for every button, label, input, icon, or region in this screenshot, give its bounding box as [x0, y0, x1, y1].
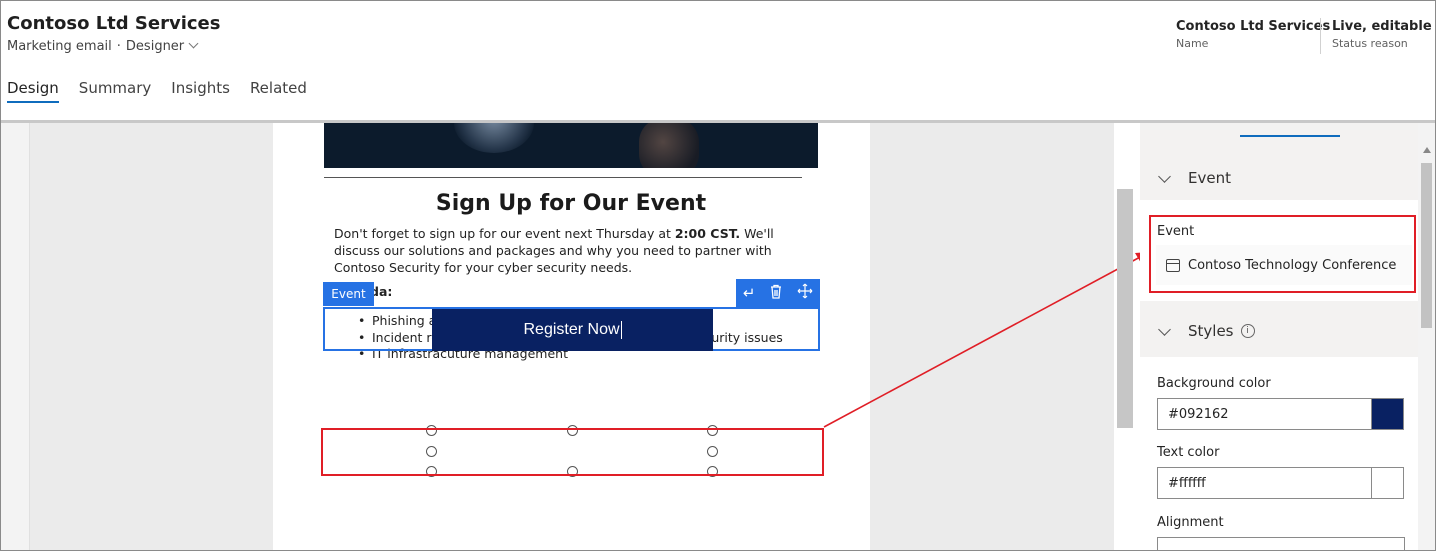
text-color-input[interactable]: #ffffff: [1157, 467, 1372, 499]
toolbox-strip: [1, 123, 30, 550]
highlight-box-event: [1149, 215, 1416, 293]
move-icon[interactable]: [797, 283, 813, 303]
background-color-label: Background color: [1157, 376, 1271, 391]
alignment-label: Alignment: [1157, 515, 1224, 530]
chevron-down-icon: [188, 38, 199, 49]
paragraph-bold-time: 2:00 CST.: [674, 226, 741, 241]
header-divider: [1320, 18, 1321, 54]
record-title: Contoso Ltd Services: [7, 13, 221, 34]
header-field-value: Contoso Ltd Services: [1176, 19, 1331, 34]
hero-image-detail: [639, 123, 699, 168]
separator-dot: ·: [116, 39, 121, 54]
record-header: Contoso Ltd Services Marketing email · Des…: [1, 1, 1435, 121]
canvas-scrollbar-thumb[interactable]: [1117, 189, 1133, 428]
styles-section-header[interactable]: Styles i: [1140, 309, 1418, 353]
header-field-status: Live, editable Status reason: [1332, 19, 1432, 50]
text-caret: [620, 321, 622, 339]
info-icon[interactable]: i: [1240, 324, 1255, 338]
paragraph-text: Don't forget to sign up for our event ne…: [334, 226, 675, 241]
tab-design[interactable]: Design: [7, 79, 59, 103]
record-subtitle: Marketing email · Designer: [7, 38, 199, 54]
button-label: Register Now: [523, 321, 620, 338]
panel-tab-indicator: [1240, 135, 1340, 137]
properties-panel: Event Event Contoso Technology Conferenc…: [1140, 123, 1418, 550]
background-color-swatch[interactable]: [1371, 398, 1404, 430]
entity-name: Marketing email: [7, 39, 112, 54]
highlight-box-button: [321, 428, 824, 476]
hero-image[interactable]: [324, 123, 818, 168]
divider-line: [324, 177, 802, 178]
background-color-input[interactable]: #092162: [1157, 398, 1372, 430]
chevron-down-icon: [1158, 322, 1171, 336]
section-title: Styles: [1188, 322, 1234, 340]
header-field-value: Live, editable: [1332, 19, 1432, 34]
form-selector[interactable]: Designer: [125, 38, 199, 54]
header-field-label: Status reason: [1332, 37, 1408, 50]
tab-related[interactable]: Related: [250, 79, 307, 103]
panel-scrollbar[interactable]: [1418, 123, 1435, 550]
text-color-label: Text color: [1157, 445, 1220, 460]
element-toolbar: ↵: [736, 279, 820, 307]
return-icon[interactable]: ↵: [743, 284, 756, 302]
section-title: Event: [1188, 169, 1231, 187]
app-window: Contoso Ltd Services Marketing email · Des…: [0, 0, 1436, 551]
header-field-name: Contoso Ltd Services Name: [1176, 19, 1330, 50]
email-heading[interactable]: Sign Up for Our Event: [324, 191, 818, 216]
email-paragraph[interactable]: Don't forget to sign up for our event ne…: [334, 225, 814, 276]
event-section-header[interactable]: Event: [1140, 156, 1418, 200]
alignment-dropdown[interactable]: [1157, 537, 1405, 550]
styles-section-body: Background color #092162 Text color #fff…: [1140, 357, 1418, 550]
tab-summary[interactable]: Summary: [79, 79, 152, 103]
form-name: Designer: [125, 39, 185, 54]
header-field-label: Name: [1176, 37, 1209, 50]
element-type-tag: Event: [323, 282, 374, 306]
trash-icon[interactable]: [769, 284, 783, 303]
form-tabs: Design Summary Insights Related: [7, 79, 327, 103]
scroll-up-icon[interactable]: [1423, 147, 1431, 153]
tab-insights[interactable]: Insights: [171, 79, 230, 103]
register-now-button[interactable]: Register Now: [432, 309, 713, 351]
text-color-swatch[interactable]: [1371, 467, 1404, 499]
hero-image-detail: [454, 123, 534, 153]
chevron-down-icon: [1158, 169, 1171, 183]
panel-scrollbar-thumb[interactable]: [1421, 163, 1432, 328]
